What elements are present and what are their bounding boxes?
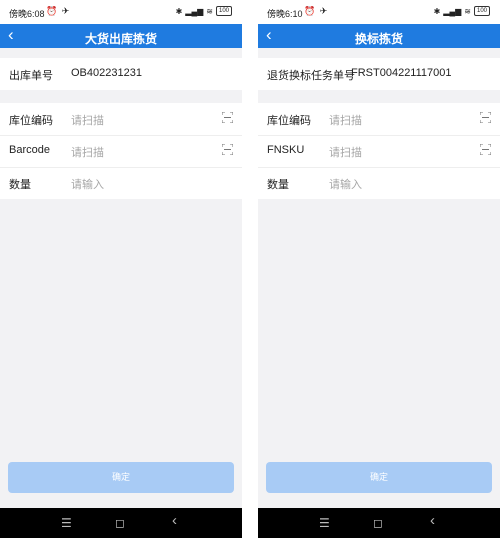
order-value: FRST004221117001 xyxy=(351,67,452,79)
bluetooth-icon: ✱ xyxy=(175,6,183,16)
alarm-icon: ⏰ ✈ xyxy=(46,6,71,16)
fnsku-label: FNSKU xyxy=(267,144,305,156)
status-icons: ✱ ▂▄▆ ≋ 100 xyxy=(434,6,490,16)
signal-icon: ▂▄▆ xyxy=(185,6,204,16)
form-card: 库位编码 请扫描 FNSKU 请扫描 数量 请输入 xyxy=(258,103,500,199)
battery-icon: 100 xyxy=(215,6,232,16)
nav-back-icon[interactable]: ‹ xyxy=(430,513,435,528)
location-label: 库位编码 xyxy=(267,115,311,127)
order-label: 退货换标任务单号 xyxy=(267,70,355,82)
system-nav-bar: ☰ ◻ ‹ xyxy=(0,508,242,538)
scan-icon[interactable] xyxy=(222,144,233,155)
location-input[interactable]: 请扫描 xyxy=(329,112,362,128)
order-row: 出库单号 OB402231231 xyxy=(0,58,242,90)
system-nav-bar: ☰ ◻ ‹ xyxy=(258,508,500,538)
scan-icon[interactable] xyxy=(480,144,491,155)
location-row[interactable]: 库位编码 请扫描 xyxy=(0,103,242,135)
app-header: ‹ 换标拣货 xyxy=(258,24,500,48)
status-bar: 傍晚6:08 ⏰ ✈ ✱ ▂▄▆ ≋ 100 xyxy=(0,0,242,24)
left-screen: 傍晚6:08 ⏰ ✈ ✱ ▂▄▆ ≋ 100 ‹ 大货出库拣货 出库单号 OB4… xyxy=(0,0,242,538)
bluetooth-icon: ✱ xyxy=(433,6,441,16)
status-icons: ✱ ▂▄▆ ≋ 100 xyxy=(176,6,232,16)
quantity-label: 数量 xyxy=(267,179,289,191)
home-icon[interactable]: ◻ xyxy=(115,516,125,530)
right-screen: 傍晚6:10 ⏰ ✈ ✱ ▂▄▆ ≋ 100 ‹ 换标拣货 退货换标任务单号 F… xyxy=(258,0,500,538)
scan-icon[interactable] xyxy=(222,112,233,123)
status-time: 傍晚6:10 xyxy=(267,9,303,19)
page-title: 换标拣货 xyxy=(354,32,403,46)
home-icon[interactable]: ◻ xyxy=(373,516,383,530)
order-label: 出库单号 xyxy=(9,70,53,82)
fnsku-row[interactable]: FNSKU 请扫描 xyxy=(258,135,500,167)
confirm-button[interactable]: 确定 xyxy=(8,462,234,493)
battery-icon: 100 xyxy=(473,6,490,16)
signal-icon: ▂▄▆ xyxy=(443,6,462,16)
order-card: 出库单号 OB402231231 xyxy=(0,58,242,90)
order-card: 退货换标任务单号 FRST004221117001 xyxy=(258,58,500,90)
location-row[interactable]: 库位编码 请扫描 xyxy=(258,103,500,135)
menu-icon[interactable]: ☰ xyxy=(319,516,330,530)
page-title: 大货出库拣货 xyxy=(84,32,157,46)
order-value: OB402231231 xyxy=(71,67,142,79)
quantity-input[interactable]: 请输入 xyxy=(329,176,362,192)
nav-back-icon[interactable]: ‹ xyxy=(172,513,177,528)
quantity-label: 数量 xyxy=(9,179,31,191)
status-time: 傍晚6:08 xyxy=(9,9,45,19)
confirm-button[interactable]: 确定 xyxy=(266,462,492,493)
scan-icon[interactable] xyxy=(480,112,491,123)
order-row: 退货换标任务单号 FRST004221117001 xyxy=(258,58,500,90)
alarm-icon: ⏰ ✈ xyxy=(304,6,329,16)
form-card: 库位编码 请扫描 Barcode 请扫描 数量 请输入 xyxy=(0,103,242,199)
barcode-input[interactable]: 请扫描 xyxy=(71,144,104,160)
quantity-row[interactable]: 数量 请输入 xyxy=(258,167,500,199)
app-header: ‹ 大货出库拣货 xyxy=(0,24,242,48)
menu-icon[interactable]: ☰ xyxy=(61,516,72,530)
status-bar: 傍晚6:10 ⏰ ✈ ✱ ▂▄▆ ≋ 100 xyxy=(258,0,500,24)
wifi-icon: ≋ xyxy=(206,6,213,16)
quantity-row[interactable]: 数量 请输入 xyxy=(0,167,242,199)
location-label: 库位编码 xyxy=(9,115,53,127)
quantity-input[interactable]: 请输入 xyxy=(71,176,104,192)
location-input[interactable]: 请扫描 xyxy=(71,112,104,128)
barcode-row[interactable]: Barcode 请扫描 xyxy=(0,135,242,167)
wifi-icon: ≋ xyxy=(464,6,471,16)
fnsku-input[interactable]: 请扫描 xyxy=(329,144,362,160)
barcode-label: Barcode xyxy=(9,144,50,156)
